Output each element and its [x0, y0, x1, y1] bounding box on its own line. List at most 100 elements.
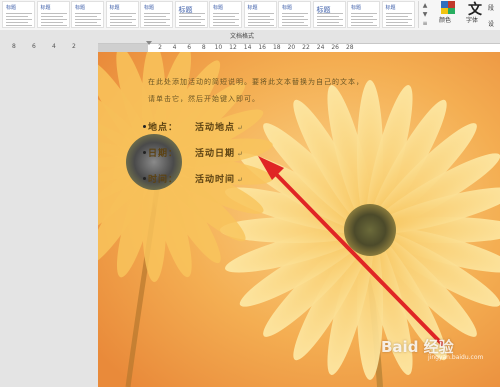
style-thumbnail-line	[385, 13, 412, 14]
ribbon-side-buttons: 段 设	[487, 1, 500, 30]
watermark-url: jingyan.baidu.com	[428, 354, 484, 361]
style-thumbnail-line	[316, 25, 343, 26]
date-value[interactable]: 活动日期 ↵	[195, 146, 244, 159]
ruler-number: 20	[287, 44, 296, 51]
location-value-text: 活动地点	[195, 123, 236, 133]
intro-text-line-2[interactable]: 请单击它，然后开始键入即可。	[148, 94, 260, 104]
left-gutter	[0, 52, 98, 387]
ruler-number: 8	[12, 43, 16, 50]
style-thumbnail[interactable]: 标题	[312, 1, 346, 28]
style-thumbnail-line	[144, 13, 170, 14]
ruler-number: 14	[243, 44, 252, 51]
fonts-button[interactable]: 文 字体	[464, 0, 486, 30]
ruler-number: 6	[187, 44, 192, 51]
style-thumbnail[interactable]: 标题	[278, 1, 311, 28]
style-thumbnail-line	[109, 16, 132, 17]
style-thumbnail-line	[75, 13, 101, 14]
location-label[interactable]: 地点：	[148, 120, 178, 133]
style-thumbnail-line	[75, 22, 97, 23]
style-thumbnail-line	[385, 19, 412, 20]
color-palette-icon	[441, 1, 455, 14]
style-thumbnail-title: 标题	[75, 5, 86, 11]
style-thumbnail-line	[178, 25, 205, 26]
style-thumbnail-line	[385, 16, 408, 17]
gallery-scroll[interactable]: ▲ ▼ ≡	[418, 1, 431, 28]
style-thumbnail-line	[109, 13, 136, 14]
style-thumbnail-line	[316, 16, 339, 17]
style-thumbnail-line	[351, 16, 373, 17]
time-bullet	[143, 177, 146, 180]
fonts-label: 字体	[466, 17, 479, 24]
gallery-up-icon[interactable]: ▲	[419, 1, 431, 10]
ruler-number: 8	[201, 44, 206, 51]
style-thumbnail[interactable]: 标题	[381, 1, 415, 28]
style-thumbnail[interactable]: 标题	[209, 1, 242, 28]
style-thumbnail-line	[282, 16, 304, 17]
ruler-number: 4	[172, 44, 177, 51]
gallery-more-icon[interactable]: ≡	[419, 19, 431, 28]
colors-button[interactable]: 颜色	[434, 0, 462, 30]
date-label[interactable]: 日期：	[148, 146, 178, 159]
style-thumbnail-line	[109, 19, 136, 20]
time-label[interactable]: 时间：	[148, 172, 178, 185]
style-thumbnail-line	[247, 25, 274, 26]
ruler-number: 28	[345, 44, 354, 51]
set-default-button[interactable]: 设	[488, 19, 494, 28]
style-thumbnail-line	[282, 13, 308, 14]
style-thumbnail-line	[109, 22, 132, 23]
style-thumbnail[interactable]: 标题	[347, 1, 380, 28]
style-thumbnail-line	[247, 22, 270, 23]
ruler-number: 2	[158, 44, 162, 51]
style-thumbnail-line	[351, 13, 377, 14]
intro-text-line-1[interactable]: 在此处添加活动的简短说明。要将此文本替换为自己的文本，	[148, 77, 364, 87]
style-thumbnail-line	[6, 16, 28, 17]
style-thumbnail-line	[40, 13, 67, 14]
style-thumbnail-line	[75, 16, 97, 17]
style-thumbnail-line	[213, 16, 235, 17]
ruler-number: 2	[72, 43, 76, 50]
location-bullet	[143, 125, 146, 128]
ribbon: 标题 标题 标题 标题 标题 标题 标题 标题 标题 标题 标题 标题 ▲ ▼ ≡ 颜色 文 字体 段…	[0, 0, 500, 31]
style-thumbnail-line	[144, 19, 170, 20]
document-page[interactable]: 在此处添加活动的简短说明。要将此文本替换为自己的文本， 请单击它，然后开始键入即…	[98, 52, 500, 387]
style-thumbnail-title: 标题	[282, 5, 293, 11]
style-thumbnail-title: 标题	[213, 5, 224, 11]
style-thumbnail-line	[40, 19, 67, 20]
style-gallery: 标题 标题 标题 标题 标题 标题 标题 标题 标题 标题 标题 标题	[0, 0, 415, 30]
style-thumbnail[interactable]: 标题	[2, 1, 35, 28]
style-thumbnail-line	[385, 25, 412, 26]
style-thumbnail-line	[109, 25, 136, 26]
style-thumbnail-line	[213, 19, 239, 20]
style-thumbnail-title: 标题	[385, 5, 396, 11]
location-value[interactable]: 活动地点 ↵	[195, 120, 244, 133]
style-thumbnail-line	[75, 25, 101, 26]
style-thumbnail-line	[6, 19, 32, 20]
style-thumbnail[interactable]: 标题	[140, 1, 173, 28]
indent-marker-icon[interactable]	[146, 41, 152, 45]
paragraph-spacing-button[interactable]: 段	[488, 3, 494, 12]
style-thumbnail-line	[316, 19, 343, 20]
style-thumbnail-line	[282, 22, 304, 23]
ruler-number: 6	[32, 43, 36, 50]
paragraph-mark: ↵	[237, 150, 244, 158]
style-thumbnail-line	[351, 19, 377, 20]
style-thumbnail[interactable]: 标题	[36, 1, 70, 28]
ruler-number: 12	[229, 44, 237, 51]
style-thumbnail-line	[144, 25, 170, 26]
style-thumbnail-title: 标题	[351, 5, 362, 11]
style-thumbnail[interactable]: 标题	[243, 1, 277, 28]
style-thumbnail-line	[40, 16, 63, 17]
paragraph-mark: ↵	[237, 124, 244, 132]
time-value[interactable]: 活动时间 ↵	[195, 172, 244, 185]
style-thumbnail[interactable]: 标题	[71, 1, 104, 28]
gallery-down-icon[interactable]: ▼	[419, 10, 431, 19]
style-thumbnail[interactable]: 标题	[174, 1, 208, 28]
ruler-number: 10	[214, 44, 223, 51]
style-thumbnail[interactable]: 标题	[105, 1, 139, 28]
style-thumbnail-title: 标题	[6, 5, 17, 11]
style-thumbnail-title: 标题	[144, 5, 155, 11]
style-thumbnail-line	[178, 19, 205, 20]
ruler-number: 18	[272, 44, 281, 51]
ruler-number: 4	[52, 43, 56, 50]
style-thumbnail-line	[247, 19, 274, 20]
